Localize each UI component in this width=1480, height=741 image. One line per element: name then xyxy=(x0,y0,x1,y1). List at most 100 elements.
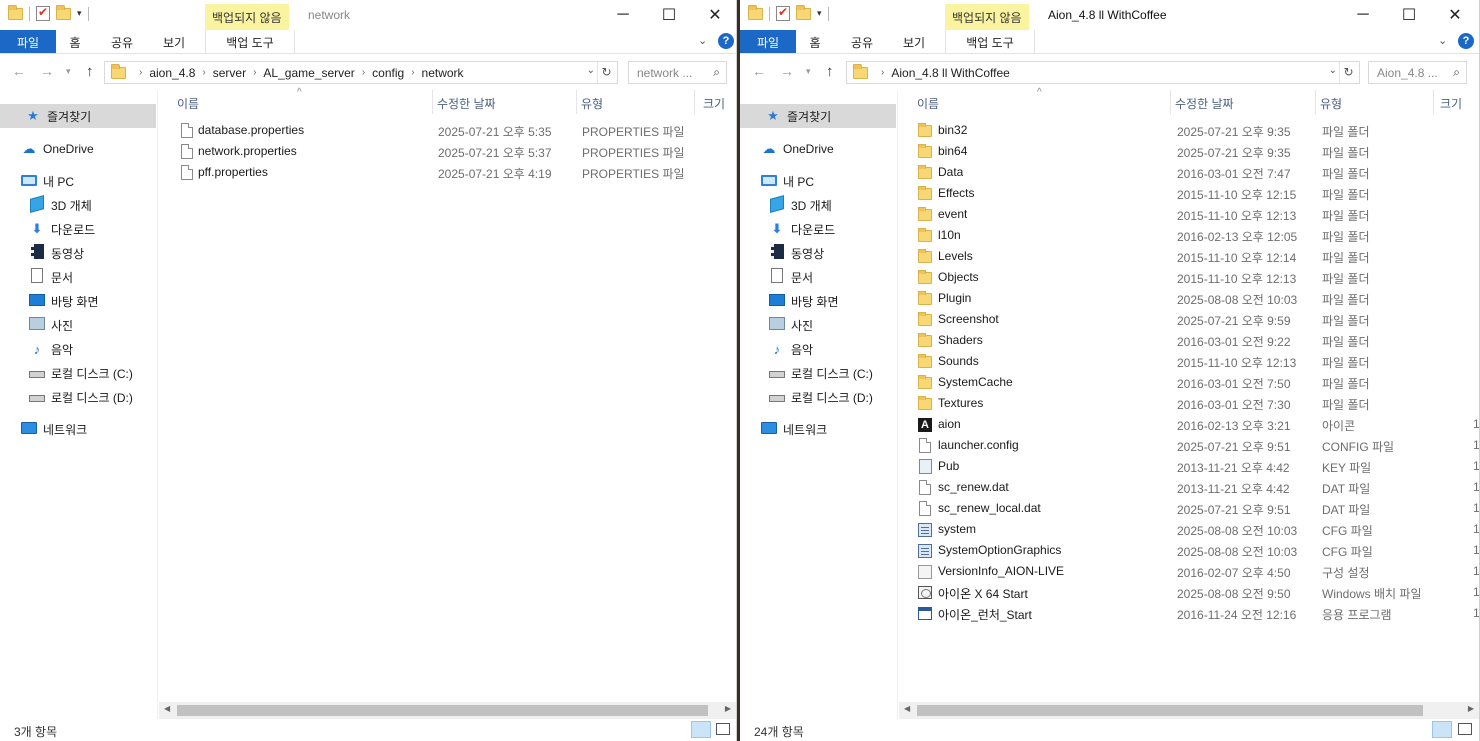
nav-item-drive-d[interactable]: 로컬 디스크 (D:) xyxy=(0,385,133,409)
large-icons-view-icon[interactable] xyxy=(716,723,730,735)
nav-item-videos[interactable]: 동영상 xyxy=(740,241,824,265)
file-row[interactable]: Pub 2013-11-21 오후 4:42 KEY 파일 1 xyxy=(899,456,1479,477)
tab-backup-tools[interactable]: 백업 도구 xyxy=(205,30,295,53)
new-folder-icon[interactable] xyxy=(56,4,71,20)
file-row[interactable]: event 2015-11-10 오후 12:13 파일 폴더 xyxy=(899,204,1479,225)
maximize-button[interactable]: ☐ xyxy=(1386,0,1432,30)
nav-item-network[interactable]: 네트워크 xyxy=(740,417,827,441)
close-button[interactable]: ✕ xyxy=(692,0,736,30)
file-row[interactable]: bin64 2025-07-21 오후 9:35 파일 폴더 xyxy=(899,141,1479,162)
file-name[interactable]: network.properties xyxy=(198,144,297,158)
file-name[interactable]: SystemCache xyxy=(938,375,1013,389)
chevron-down-icon[interactable]: ▾ xyxy=(817,8,822,19)
chevron-right-icon[interactable]: › xyxy=(139,67,142,78)
file-name[interactable]: Plugin xyxy=(938,291,971,305)
file-row[interactable]: VersionInfo_AION-LIVE 2016-02-07 오후 4:50 구… xyxy=(899,561,1479,582)
large-icons-view-icon[interactable] xyxy=(1458,723,1472,735)
scroll-right-icon[interactable]: ▶ xyxy=(1468,704,1474,713)
horizontal-scrollbar[interactable]: ◀ ▶ xyxy=(899,702,1479,719)
nav-item-quick-access[interactable]: ★ 즐겨찾기 xyxy=(740,104,896,128)
properties-icon[interactable] xyxy=(36,5,50,21)
details-view-icon[interactable] xyxy=(691,721,711,738)
column-header-modified[interactable]: 수정한 날짜 xyxy=(433,90,577,114)
scroll-left-icon[interactable]: ◀ xyxy=(904,704,910,713)
nav-item-documents[interactable]: 문서 xyxy=(740,265,813,289)
file-name[interactable]: Effects xyxy=(938,186,974,200)
nav-item-pictures[interactable]: 사진 xyxy=(0,313,73,337)
file-name[interactable]: Shaders xyxy=(938,333,983,347)
file-row[interactable]: launcher.config 2025-07-21 오후 9:51 CONFIG … xyxy=(899,435,1479,456)
breadcrumb-item[interactable]: server xyxy=(213,66,246,80)
file-name[interactable]: l10n xyxy=(938,228,961,242)
nav-item-music[interactable]: ♪ 음악 xyxy=(740,337,813,361)
file-name[interactable]: Pub xyxy=(938,459,959,473)
address-dropdown-icon[interactable]: ⌄ xyxy=(587,65,595,76)
forward-arrow-icon[interactable]: → xyxy=(40,63,54,79)
tab-share[interactable]: 공유 xyxy=(840,30,884,53)
nav-item-onedrive[interactable]: ☁ OneDrive xyxy=(740,137,834,161)
nav-item-desktop[interactable]: 바탕 화면 xyxy=(0,289,99,313)
file-name[interactable]: launcher.config xyxy=(938,438,1019,452)
file-row[interactable]: Screenshot 2025-07-21 오후 9:59 파일 폴더 xyxy=(899,309,1479,330)
nav-item-3d-objects[interactable]: 3D 개체 xyxy=(0,193,92,217)
file-row[interactable]: Sounds 2015-11-10 오후 12:13 파일 폴더 xyxy=(899,351,1479,372)
recent-dropdown-icon[interactable]: ▾ xyxy=(66,66,71,77)
file-row[interactable]: l10n 2016-02-13 오후 12:05 파일 폴더 xyxy=(899,225,1479,246)
search-input[interactable]: Aion_4.8 ... ⌕ xyxy=(1368,61,1467,84)
file-row[interactable]: system 2025-08-08 오전 10:03 CFG 파일 1 xyxy=(899,519,1479,540)
file-row[interactable]: pff.properties 2025-07-21 오후 4:19 PROPERTI… xyxy=(159,162,736,183)
help-icon[interactable]: ? xyxy=(718,33,734,49)
tab-home[interactable]: 홈 xyxy=(800,30,830,53)
scroll-left-icon[interactable]: ◀ xyxy=(164,704,170,713)
nav-item-music[interactable]: ♪ 음악 xyxy=(0,337,73,361)
chevron-right-icon[interactable]: › xyxy=(881,67,884,78)
file-name[interactable]: sc_renew.dat xyxy=(938,480,1009,494)
file-row[interactable]: sc_renew_local.dat 2025-07-21 오후 9:51 DAT … xyxy=(899,498,1479,519)
forward-arrow-icon[interactable]: → xyxy=(780,63,794,79)
file-name[interactable]: Sounds xyxy=(938,354,979,368)
help-icon[interactable]: ? xyxy=(1458,33,1474,49)
file-name[interactable]: Data xyxy=(938,165,963,179)
file-row[interactable]: bin32 2025-07-21 오후 9:35 파일 폴더 xyxy=(899,120,1479,141)
file-name[interactable]: 아이온_런처_Start xyxy=(938,606,1032,623)
file-row[interactable]: Data 2016-03-01 오전 7:47 파일 폴더 xyxy=(899,162,1479,183)
file-row[interactable]: database.properties 2025-07-21 오후 5:35 PRO… xyxy=(159,120,736,141)
nav-item-downloads[interactable]: ⬇ 다운로드 xyxy=(0,217,96,241)
file-name[interactable]: bin64 xyxy=(938,144,967,158)
up-arrow-icon[interactable]: ↑ xyxy=(826,63,834,80)
file-name[interactable]: Screenshot xyxy=(938,312,999,326)
file-row[interactable]: SystemCache 2016-03-01 오전 7:50 파일 폴더 xyxy=(899,372,1479,393)
nav-item-this-pc[interactable]: 내 PC xyxy=(0,169,74,193)
address-bar[interactable]: › aion_4.8 › server › AL_game_server › c… xyxy=(104,61,618,84)
file-name[interactable]: sc_renew_local.dat xyxy=(938,501,1041,515)
up-arrow-icon[interactable]: ↑ xyxy=(86,63,94,80)
horizontal-scrollbar[interactable]: ◀ ▶ xyxy=(159,702,736,719)
column-header-size[interactable]: 크기 xyxy=(1436,90,1479,114)
nav-item-videos[interactable]: 동영상 xyxy=(0,241,84,265)
chevron-right-icon[interactable]: › xyxy=(411,67,414,78)
properties-icon[interactable] xyxy=(776,5,790,21)
file-row[interactable]: sc_renew.dat 2013-11-21 오후 4:42 DAT 파일 1 xyxy=(899,477,1479,498)
tab-share[interactable]: 공유 xyxy=(100,30,144,53)
details-view-icon[interactable] xyxy=(1432,721,1452,738)
breadcrumb-item[interactable]: config xyxy=(372,66,404,80)
expand-ribbon-icon[interactable]: ⌄ xyxy=(1438,34,1447,47)
close-button[interactable]: ✕ xyxy=(1432,0,1478,30)
file-row[interactable]: Aaion 2016-02-13 오후 3:21 아이콘 1 xyxy=(899,414,1479,435)
file-row[interactable]: 아이온_런처_Start 2016-11-24 오전 12:16 응용 프로그램 1 xyxy=(899,603,1479,624)
scrollbar-thumb[interactable] xyxy=(917,705,1423,716)
nav-item-quick-access[interactable]: ★ 즐겨찾기 xyxy=(0,104,156,128)
chevron-down-icon[interactable]: ▾ xyxy=(77,8,82,19)
nav-item-desktop[interactable]: 바탕 화면 xyxy=(740,289,839,313)
file-name[interactable]: Levels xyxy=(938,249,973,263)
tab-file[interactable]: 파일 xyxy=(740,30,796,53)
tab-backup-tools[interactable]: 백업 도구 xyxy=(945,30,1035,53)
refresh-icon[interactable]: ↻ xyxy=(1339,62,1357,83)
expand-ribbon-icon[interactable]: ⌄ xyxy=(698,34,707,47)
column-header-name[interactable]: 이름 xyxy=(173,90,433,114)
file-row[interactable]: Plugin 2025-08-08 오전 10:03 파일 폴더 xyxy=(899,288,1479,309)
file-name[interactable]: Objects xyxy=(938,270,979,284)
back-arrow-icon[interactable]: ← xyxy=(12,63,26,79)
recent-dropdown-icon[interactable]: ▾ xyxy=(806,66,811,77)
address-bar[interactable]: › Aion_4.8 ll WithCoffee ⌄ ↻ xyxy=(846,61,1360,84)
